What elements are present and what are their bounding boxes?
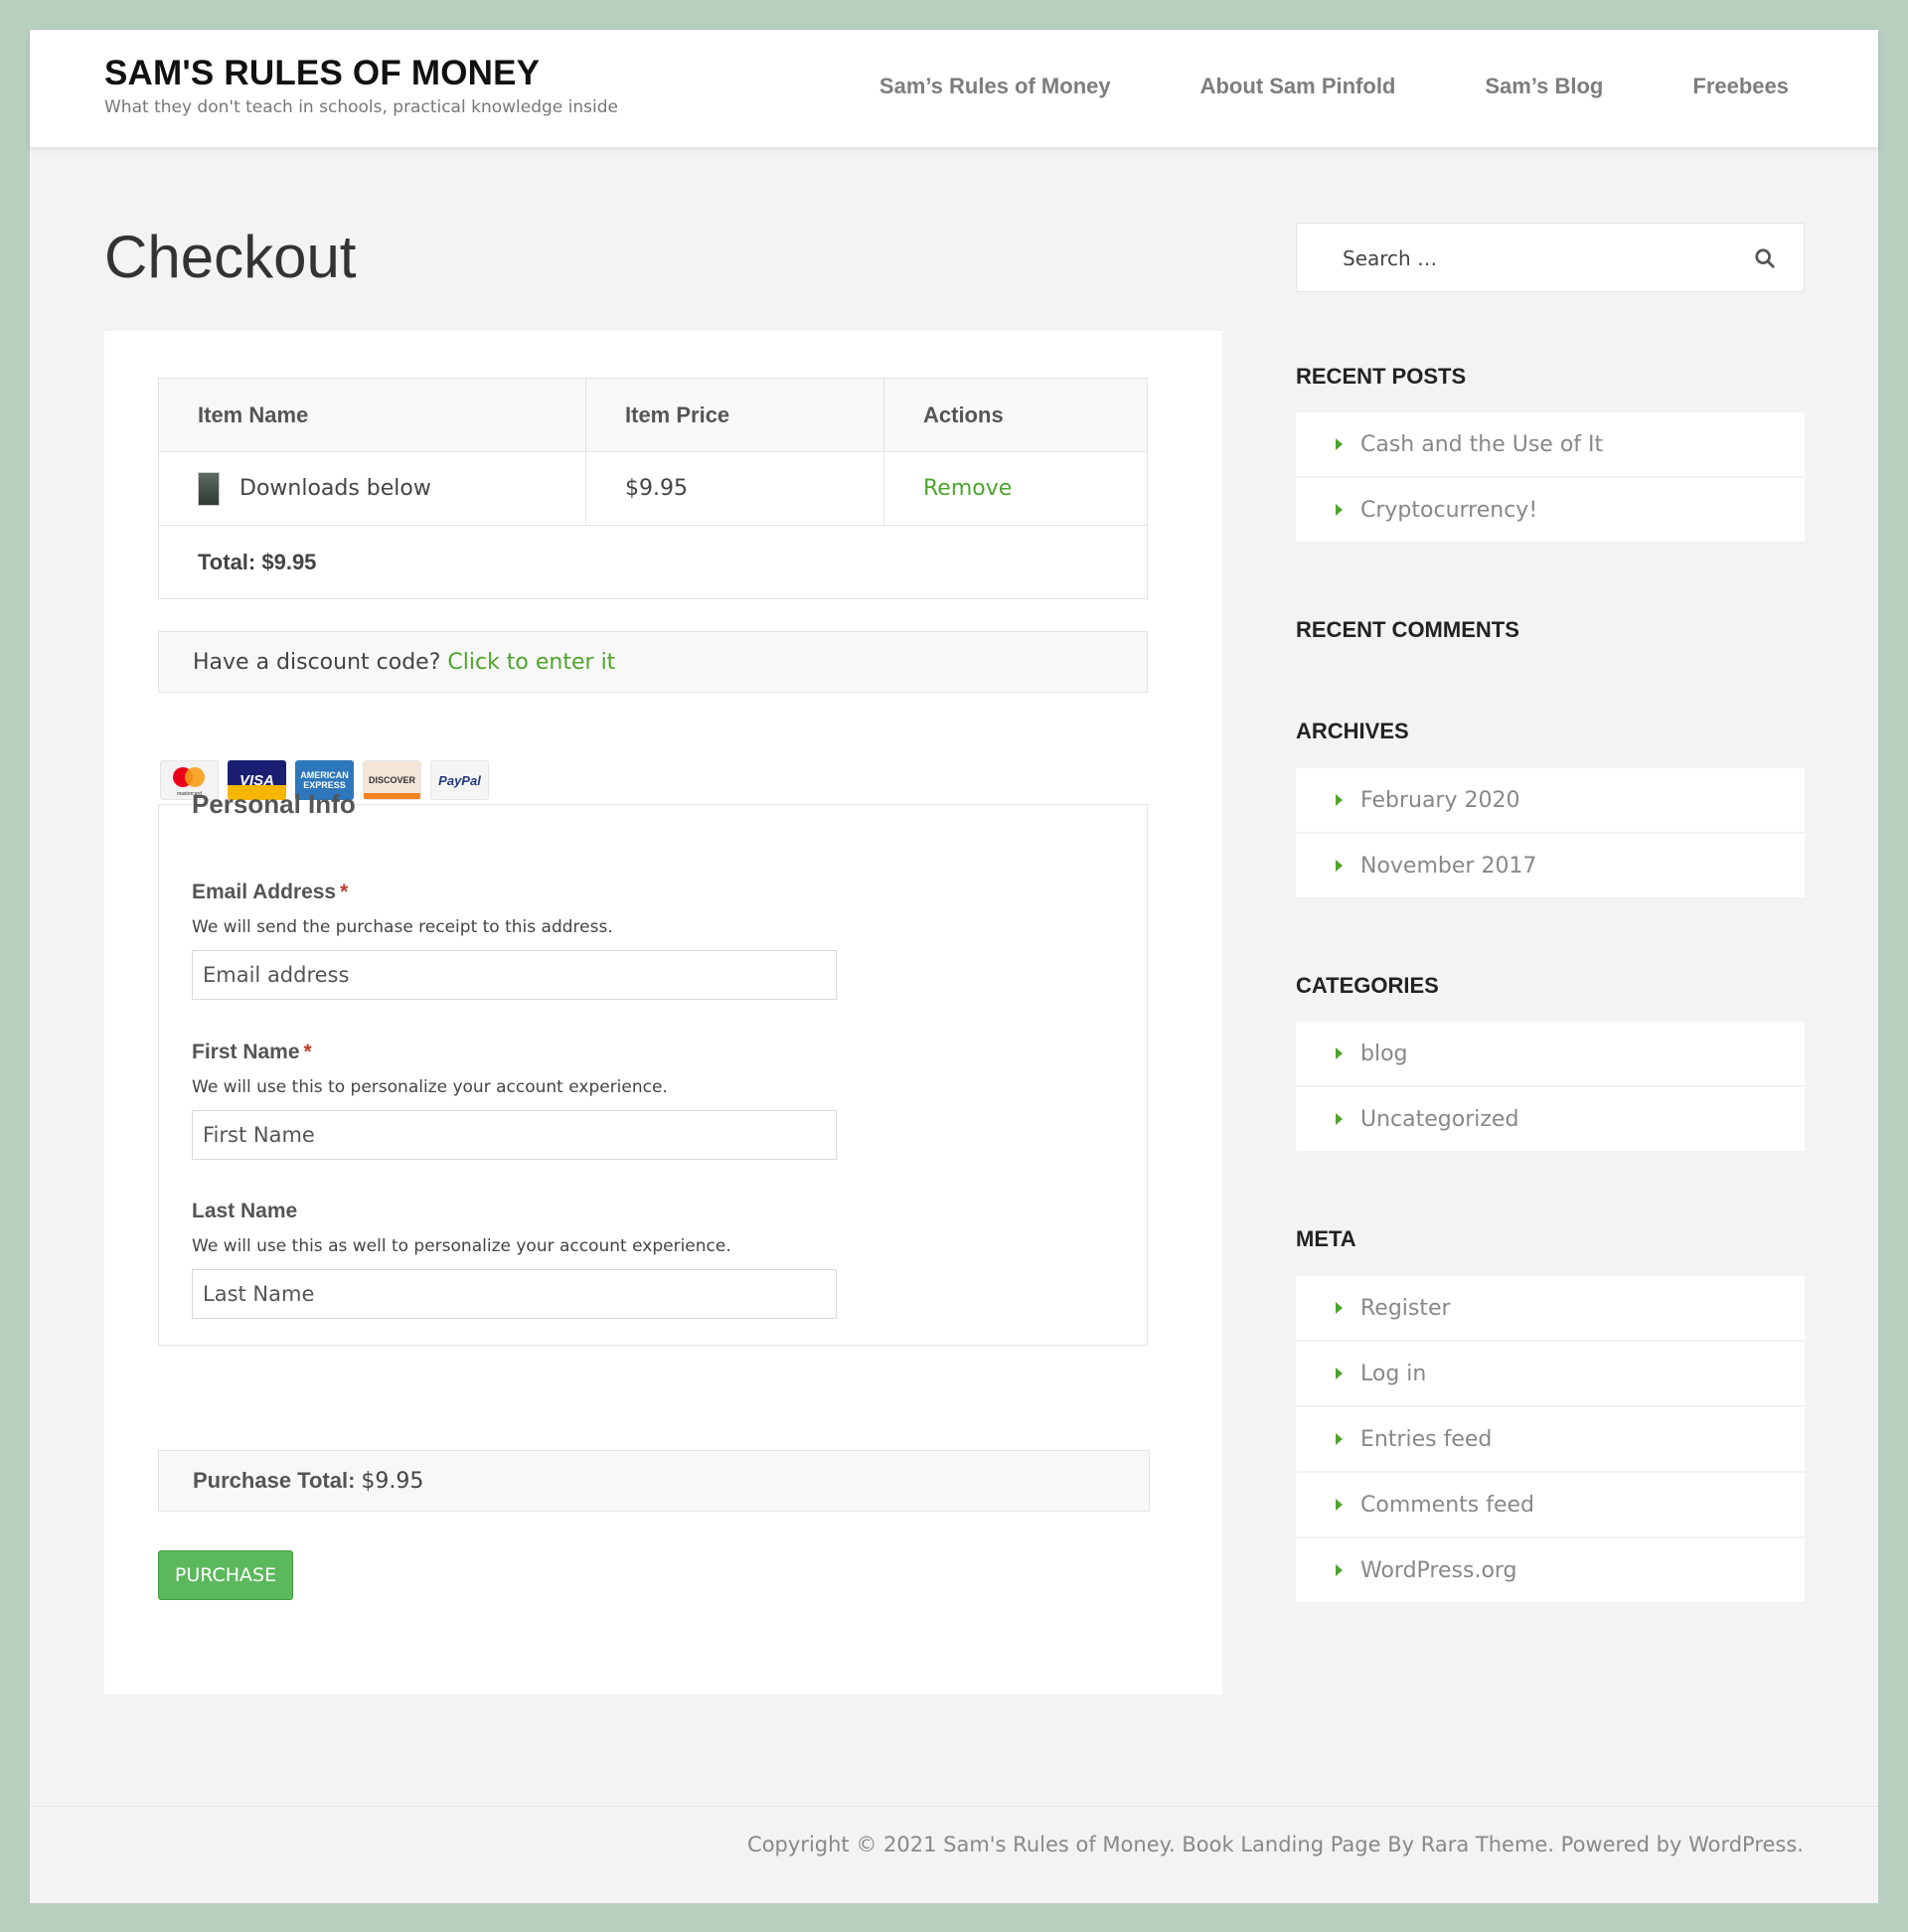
- cart-item-name-cell: Downloads below: [158, 451, 586, 526]
- first-name-description: We will use this to personalize your acc…: [192, 1077, 668, 1097]
- recent-comments-title: RECENT COMMENTS: [1296, 617, 1519, 642]
- last-name-field[interactable]: [192, 1269, 837, 1319]
- remove-item-link[interactable]: Remove: [923, 476, 1012, 501]
- search-input[interactable]: [1341, 242, 1728, 275]
- caret-right-icon: [1336, 1113, 1343, 1125]
- site-title[interactable]: SAM'S RULES OF MONEY: [104, 54, 540, 93]
- caret-right-icon: [1336, 794, 1343, 806]
- caret-right-icon: [1336, 1302, 1343, 1314]
- site-footer: Copyright © 2021 Sam's Rules of Money. B…: [30, 1806, 1878, 1903]
- discount-prompt: Have a discount code?: [193, 649, 441, 675]
- caret-right-icon: [1336, 1047, 1343, 1059]
- nav-item-blog[interactable]: Sam’s Blog: [1485, 74, 1603, 99]
- cart-header-item-name: Item Name: [158, 378, 586, 452]
- caret-right-icon: [1336, 1564, 1343, 1576]
- cart-item-row: Downloads below $9.95 Remove: [158, 451, 1148, 526]
- list-item[interactable]: Comments feed: [1296, 1473, 1805, 1538]
- caret-right-icon: [1336, 860, 1343, 872]
- nav-item-rules-of-money[interactable]: Sam’s Rules of Money: [879, 74, 1111, 99]
- category-link[interactable]: Uncategorized: [1360, 1107, 1518, 1132]
- archives-list: February 2020 November 2017: [1296, 768, 1805, 899]
- caret-right-icon: [1336, 504, 1343, 516]
- meta-login-link[interactable]: Log in: [1360, 1362, 1426, 1386]
- page-title: Checkout: [104, 224, 357, 290]
- list-item[interactable]: Log in: [1296, 1342, 1805, 1407]
- list-item[interactable]: November 2017: [1296, 834, 1805, 899]
- last-name-description: We will use this as well to personalize …: [192, 1236, 731, 1256]
- checkout-content: Item Name Item Price Actions Downloads b…: [104, 331, 1222, 1694]
- purchase-button[interactable]: PURCHASE: [158, 1550, 293, 1600]
- list-item[interactable]: February 2020: [1296, 768, 1805, 834]
- first-name-field[interactable]: [192, 1110, 837, 1160]
- purchase-total-bar: Purchase Total: $9.95: [158, 1450, 1150, 1512]
- email-description: We will send the purchase receipt to thi…: [192, 917, 613, 937]
- meta-list: Register Log in Entries feed Comments fe…: [1296, 1276, 1805, 1604]
- cart-item-name: Downloads below: [239, 475, 431, 501]
- meta-entries-feed-link[interactable]: Entries feed: [1360, 1427, 1492, 1452]
- meta-register-link[interactable]: Register: [1360, 1296, 1451, 1321]
- cart-total: Total: $9.95: [158, 525, 1148, 599]
- book-thumbnail: [198, 471, 220, 506]
- recent-posts-title: RECENT POSTS: [1296, 364, 1467, 389]
- recent-posts-list: Cash and the Use of It Cryptocurrency!: [1296, 412, 1805, 544]
- email-field-group: Email Address * We will send the purchase…: [192, 881, 837, 1000]
- cart-table: Item Name Item Price Actions Downloads b…: [158, 378, 1148, 599]
- last-name-field-group: Last Name We will use this as well to pe…: [192, 1200, 837, 1319]
- email-field[interactable]: [192, 950, 837, 1000]
- recent-post-link[interactable]: Cash and the Use of It: [1360, 432, 1603, 457]
- archive-link[interactable]: February 2020: [1360, 788, 1519, 813]
- cart-item-price: $9.95: [585, 451, 884, 526]
- required-marker: *: [340, 881, 349, 903]
- archive-link[interactable]: November 2017: [1360, 854, 1536, 879]
- caret-right-icon: [1336, 1499, 1343, 1511]
- nav-item-freebees[interactable]: Freebees: [1692, 74, 1789, 99]
- list-item[interactable]: Uncategorized: [1296, 1087, 1805, 1153]
- archives-title: ARCHIVES: [1296, 719, 1409, 743]
- cart-header-actions: Actions: [883, 378, 1148, 452]
- first-name-field-group: First Name * We will use this to personal…: [192, 1041, 837, 1160]
- list-item[interactable]: blog: [1296, 1022, 1805, 1087]
- page-frame: SAM'S RULES OF MONEY What they don't tea…: [30, 30, 1878, 1903]
- list-item[interactable]: Cash and the Use of It: [1296, 412, 1805, 478]
- meta-wordpress-link[interactable]: WordPress.org: [1360, 1558, 1517, 1583]
- search-icon[interactable]: [1754, 247, 1776, 269]
- site-tagline: What they don't teach in schools, practi…: [104, 97, 618, 117]
- email-label: Email Address *: [192, 881, 349, 903]
- search-form: [1296, 223, 1805, 292]
- discount-code-bar: Have a discount code? Click to enter it: [158, 631, 1148, 693]
- enter-discount-link[interactable]: Click to enter it: [447, 650, 615, 675]
- cart-item-actions-cell: Remove: [883, 451, 1148, 526]
- required-marker: *: [303, 1041, 312, 1063]
- last-name-label: Last Name: [192, 1200, 298, 1222]
- cart-header-item-price: Item Price: [585, 378, 884, 452]
- personal-info-legend: Personal Info: [192, 789, 356, 819]
- personal-info-fieldset: Personal Info Email Address * We will sen…: [158, 789, 1148, 1346]
- recent-post-link[interactable]: Cryptocurrency!: [1360, 498, 1537, 523]
- purchase-total-value: $9.95: [361, 1468, 424, 1494]
- category-link[interactable]: blog: [1360, 1042, 1408, 1066]
- list-item[interactable]: Register: [1296, 1276, 1805, 1342]
- meta-title: META: [1296, 1226, 1356, 1251]
- list-item[interactable]: Entries feed: [1296, 1407, 1805, 1473]
- cart-header-row: Item Name Item Price Actions: [158, 378, 1148, 452]
- cart-total-row: Total: $9.95: [158, 525, 1148, 599]
- copyright-text: Copyright © 2021 Sam's Rules of Money. B…: [747, 1833, 1804, 1856]
- nav-item-about[interactable]: About Sam Pinfold: [1200, 74, 1396, 99]
- main-nav: Sam’s Rules of Money About Sam Pinfold S…: [879, 74, 1789, 99]
- meta-comments-feed-link[interactable]: Comments feed: [1360, 1493, 1534, 1518]
- list-item[interactable]: Cryptocurrency!: [1296, 478, 1805, 544]
- list-item[interactable]: WordPress.org: [1296, 1538, 1805, 1604]
- purchase-total-label: Purchase Total:: [193, 1468, 356, 1493]
- site-header: SAM'S RULES OF MONEY What they don't tea…: [30, 30, 1878, 147]
- categories-list: blog Uncategorized: [1296, 1022, 1805, 1153]
- caret-right-icon: [1336, 438, 1343, 450]
- first-name-label: First Name *: [192, 1041, 312, 1063]
- categories-title: CATEGORIES: [1296, 973, 1439, 998]
- caret-right-icon: [1336, 1433, 1343, 1445]
- caret-right-icon: [1336, 1368, 1343, 1379]
